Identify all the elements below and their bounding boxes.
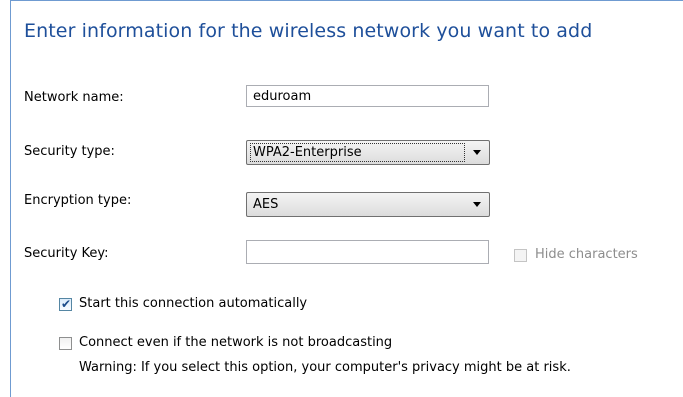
page-heading: Enter information for the wireless netwo…: [24, 20, 593, 42]
hide-characters-label: Hide characters: [535, 247, 638, 262]
auto-start-label: Start this connection automatically: [79, 296, 308, 311]
chevron-down-icon: [473, 202, 481, 207]
dialog-left-border: [10, 0, 11, 397]
encryption-type-label: Encryption type:: [24, 193, 132, 208]
network-name-input[interactable]: eduroam: [246, 85, 489, 107]
privacy-warning-text: Warning: If you select this option, your…: [79, 360, 571, 375]
chevron-down-icon: [473, 150, 481, 155]
security-key-label: Security Key:: [24, 246, 109, 261]
checkmark-icon: ✔: [61, 297, 72, 311]
auto-start-checkbox[interactable]: ✔: [59, 297, 72, 311]
security-type-dropdown[interactable]: WPA2-Enterprise: [246, 140, 490, 165]
network-name-value: eduroam: [253, 89, 312, 104]
encryption-type-dropdown[interactable]: AES: [246, 192, 490, 217]
connect-not-broadcasting-label: Connect even if the network is not broad…: [79, 335, 393, 350]
encryption-type-selected: AES: [253, 197, 279, 212]
security-type-label: Security type:: [24, 144, 115, 159]
network-name-label: Network name:: [24, 90, 124, 105]
hide-characters-checkbox[interactable]: [514, 249, 527, 262]
security-type-selected: WPA2-Enterprise: [250, 143, 465, 162]
connect-not-broadcasting-checkbox[interactable]: [59, 337, 72, 350]
security-key-input[interactable]: [246, 240, 489, 264]
dialog-top-border: [10, 0, 683, 1]
